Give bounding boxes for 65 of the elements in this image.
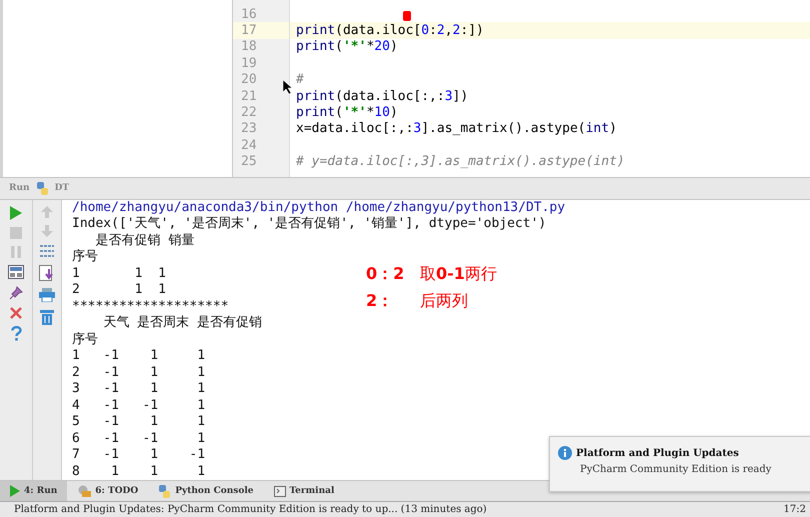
line-number: 23 [240,121,257,136]
output-line: ******************** [72,298,229,315]
tool-window-tab[interactable]: 4: Run [0,481,68,502]
annotation-key: 0：2 [366,264,412,285]
run-icon[interactable] [10,206,22,220]
layout-icon[interactable] [8,264,24,279]
line-number: 19 [240,56,257,71]
code-line: print(data.iloc[0:2,2:]) [295,23,484,38]
annotation-note: 取0-1两行 [420,264,497,285]
status-message: Platform and Plugin Updates: PyCharm Community Edition is ready to up... (13 minutes ago) [14,504,487,516]
output-line: 序号 [72,249,98,266]
code-line: x=data.iloc[:,:3].as_matrix().astype(int) [295,121,617,136]
output-line: Index(['天气', '是否周末', '是否有促销', '销量'], dtype='object') [72,216,546,233]
output-line: 7 -1 1 -1 [72,447,206,464]
annotation-note: 后两列 [420,290,468,312]
line-number: 20 [240,72,257,88]
run-label: Run [9,183,30,194]
scroll-to-end-icon[interactable] [39,264,55,281]
output-line: 天气 是否周末 是否有促销 [102,315,262,332]
run-icon [10,485,20,498]
code-line: # [295,72,304,88]
print-icon[interactable] [39,288,55,302]
line-number: 25 [240,154,257,170]
output-line: 2 1 1 [72,282,166,299]
line-number: 22 [240,105,257,120]
notification-title: Platform and Plugin Updates [576,448,739,458]
tool-window-tab[interactable]: Python Console [148,481,264,502]
tool-window-tab[interactable]: Terminal [264,481,344,502]
code-line: print('*'*20) [295,39,398,54]
line-number: 18 [240,39,257,54]
line-number: 16 [240,6,257,22]
line-number: 17 [240,23,257,38]
line-number: 21 [240,88,257,104]
command-line: /home/zhangyu/anaconda3/bin/python /home/zhangyu/python13/DT.py [72,200,566,216]
line-number: 24 [240,138,257,153]
output-line: 3 -1 1 1 [72,381,206,398]
wrap-icon[interactable] [39,244,55,258]
code-line: # y=data.iloc[:,3].as_matrix().astype(int) [295,154,625,170]
help-icon[interactable] [10,326,22,341]
trash-icon[interactable] [40,308,54,325]
notification-body: PyCharm Community Edition is ready [580,464,772,475]
output-line: 6 -1 -1 1 [72,430,206,448]
output-line: 8 1 1 1 [72,464,206,480]
python-logo-icon [36,182,49,195]
output-line: 是否有促销 销量 [94,232,194,250]
output-line: 2 -1 1 1 [72,364,206,382]
output-line: 序号 [72,332,98,348]
terminal-icon [274,486,286,497]
code-line: print('*'*10) [295,105,398,120]
mouse-cursor-icon [283,80,292,94]
output-line: 1 -1 1 1 [72,348,206,365]
status-time: 17:2 [784,504,806,516]
pin-icon[interactable] [9,286,23,300]
output-line: 5 -1 1 1 [72,414,206,431]
tool-window-tab[interactable]: 6: TODO [67,481,148,502]
output-line: 1 1 1 [72,266,166,282]
close-icon[interactable] [10,306,22,319]
run-config-name: DT [54,183,70,194]
output-line: 4 -1 -1 1 [72,398,206,414]
todo-icon [77,485,92,498]
breakpoint-marker-icon [403,11,411,21]
python-logo-icon [158,484,172,498]
info-icon [558,446,572,460]
code-line: print(data.iloc[:,:3]) [295,88,468,104]
annotation-key: 2： [366,290,412,312]
